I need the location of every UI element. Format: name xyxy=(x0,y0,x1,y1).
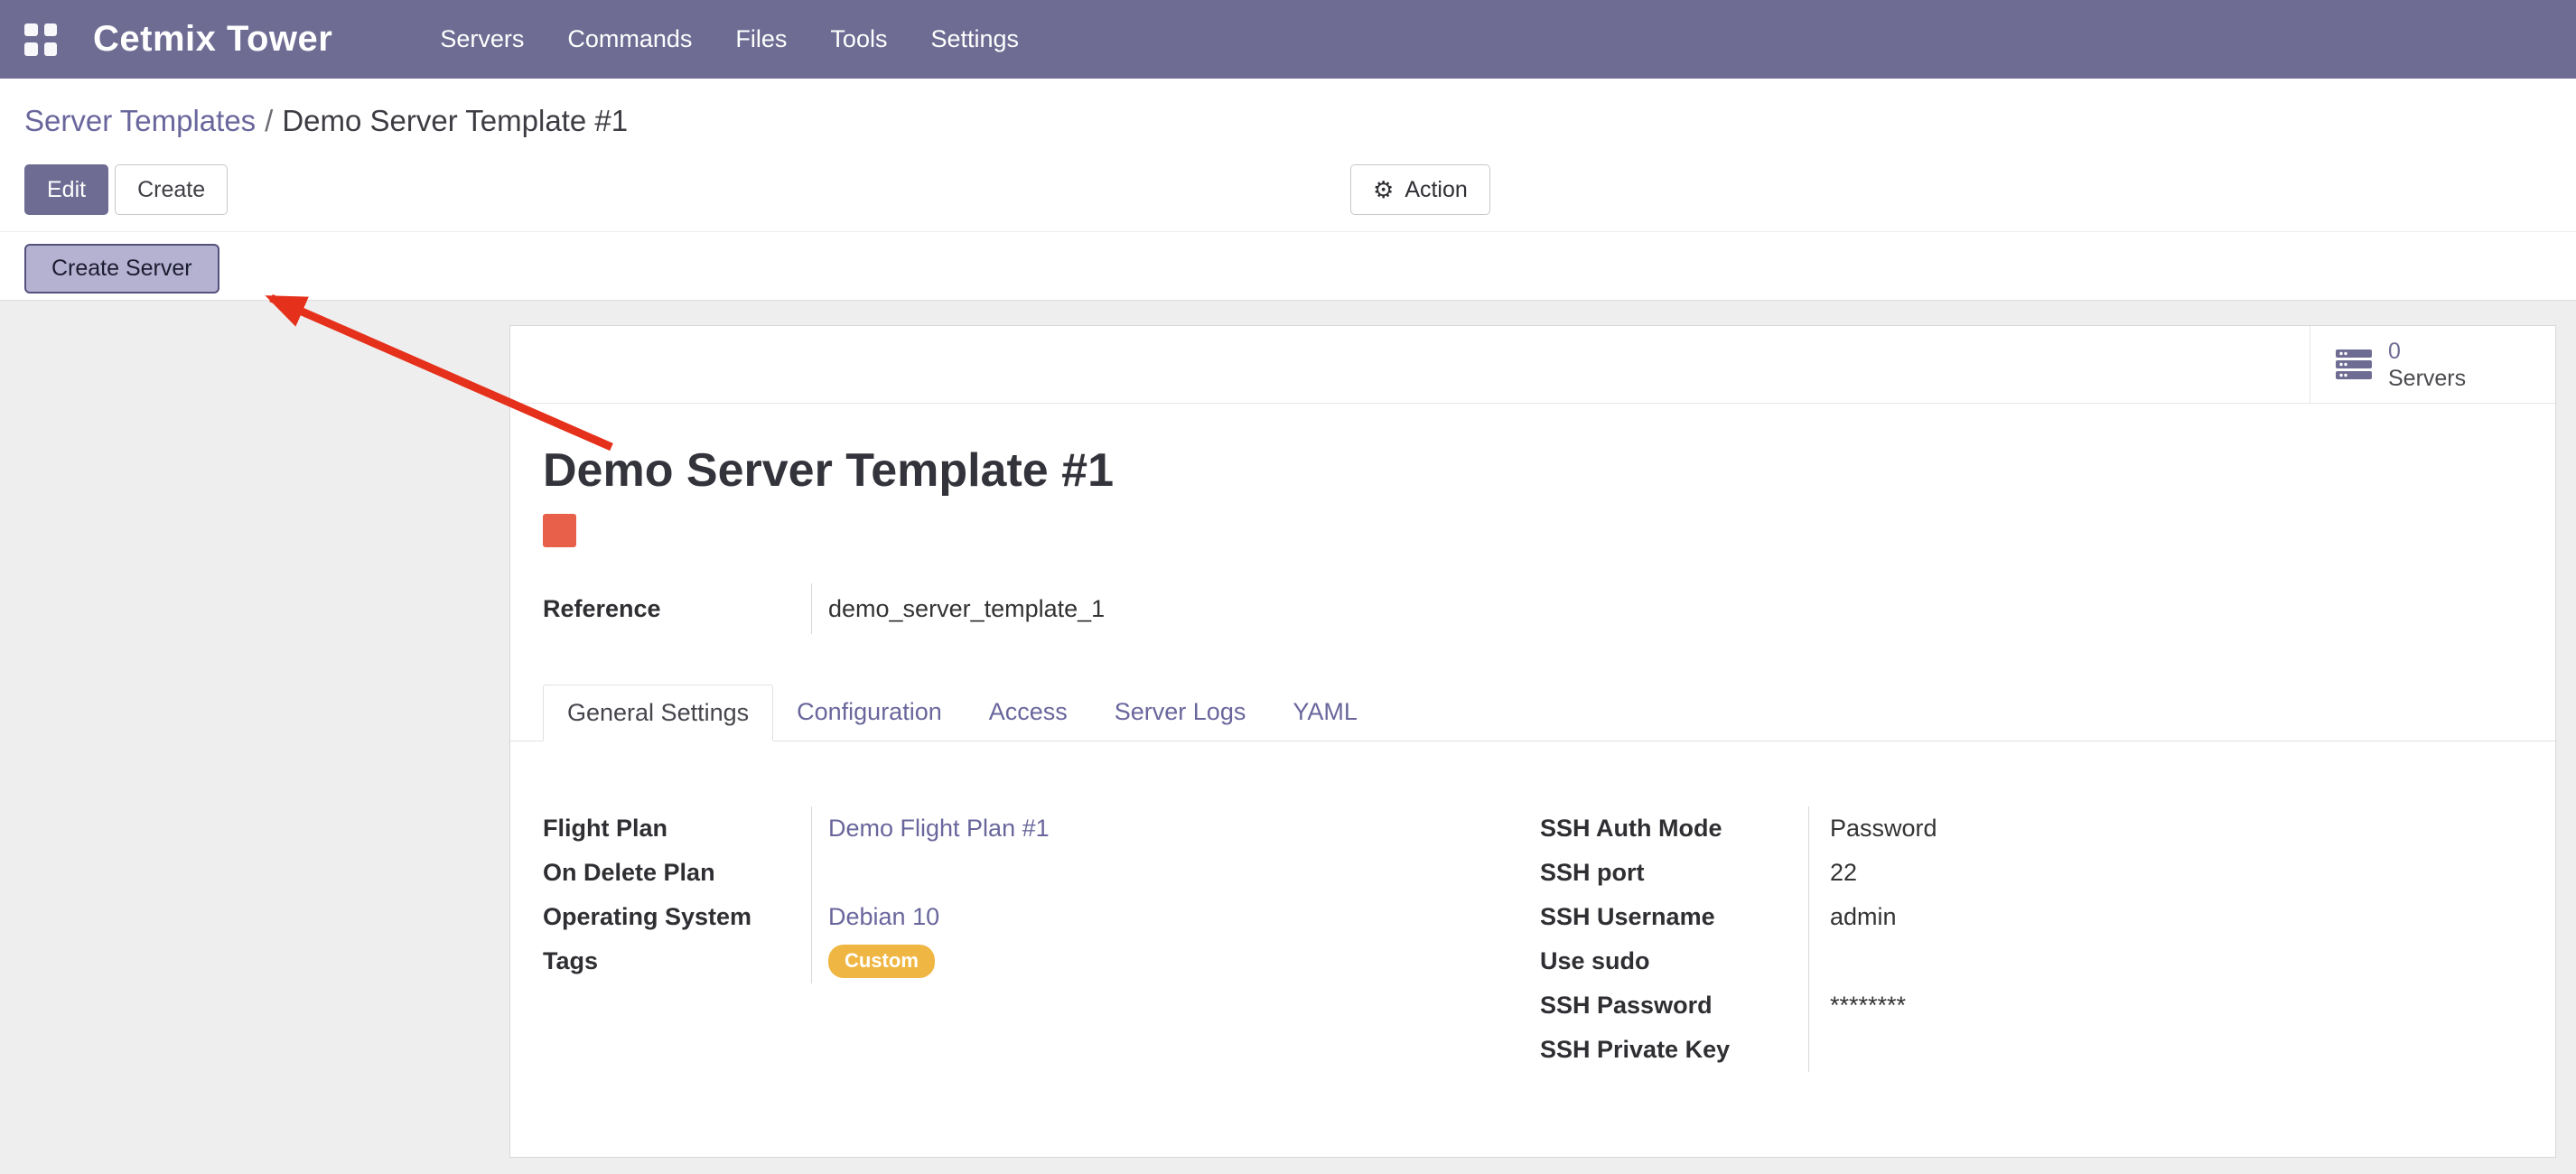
field-label: Tags xyxy=(543,939,811,983)
field-label: On Delete Plan xyxy=(543,851,811,895)
on-delete-plan-value xyxy=(828,851,1540,895)
servers-count-label: Servers xyxy=(2388,365,2466,392)
field-group-right: SSH Auth Mode SSH port SSH Username Use … xyxy=(1540,806,1937,1072)
servers-count: 0 xyxy=(2388,338,2466,365)
create-button[interactable]: Create xyxy=(115,164,228,215)
tab-access[interactable]: Access xyxy=(966,685,1091,741)
field-group-left: Flight Plan On Delete Plan Operating Sys… xyxy=(543,806,1540,983)
flight-plan-link[interactable]: Demo Flight Plan #1 xyxy=(828,815,1050,843)
reference-label: Reference xyxy=(543,583,811,634)
field-label: SSH port xyxy=(1540,851,1808,895)
ssh-private-key-value xyxy=(1830,1028,1937,1072)
nav-item-servers[interactable]: Servers xyxy=(418,4,546,75)
tab-server-logs[interactable]: Server Logs xyxy=(1091,685,1270,741)
tab-general-settings[interactable]: General Settings xyxy=(543,685,773,741)
general-settings-form: Flight Plan On Delete Plan Operating Sys… xyxy=(543,806,2555,1072)
app-brand[interactable]: Cetmix Tower xyxy=(93,19,332,60)
field-label: SSH Auth Mode xyxy=(1540,806,1808,851)
gear-icon: ⚙ xyxy=(1373,178,1394,201)
field-label: Flight Plan xyxy=(543,806,811,851)
main-menu: Servers Commands Files Tools Settings xyxy=(418,4,1041,75)
reference-value: demo_server_template_1 xyxy=(811,583,1105,634)
reference-row: Reference demo_server_template_1 xyxy=(543,583,2555,634)
form-sheet: 0 Servers Demo Server Template #1 Refere… xyxy=(509,325,2556,1158)
operating-system-link[interactable]: Debian 10 xyxy=(828,903,939,931)
ssh-auth-mode-value: Password xyxy=(1830,806,1937,851)
top-navbar: Cetmix Tower Servers Commands Files Tool… xyxy=(0,0,2576,79)
tab-configuration[interactable]: Configuration xyxy=(773,685,966,741)
nav-item-commands[interactable]: Commands xyxy=(546,4,714,75)
notebook-tabs: General Settings Configuration Access Se… xyxy=(510,685,2555,741)
nav-item-settings[interactable]: Settings xyxy=(909,4,1041,75)
smart-button-box: 0 Servers xyxy=(510,326,2555,404)
action-button-label: Action xyxy=(1405,177,1467,203)
ssh-port-value: 22 xyxy=(1830,851,1937,895)
apps-menu-icon[interactable] xyxy=(24,23,57,56)
create-server-row: Create Server xyxy=(0,231,2576,302)
field-label: Use sudo xyxy=(1540,939,1808,983)
nav-item-files[interactable]: Files xyxy=(714,4,808,75)
page-title: Demo Server Template #1 xyxy=(543,443,2555,498)
server-stack-icon xyxy=(2334,348,2374,382)
button-row: Edit Create ⚙ Action xyxy=(0,164,2576,215)
use-sudo-value xyxy=(1830,939,1937,983)
field-label: SSH Password xyxy=(1540,983,1808,1028)
breadcrumb-current: Demo Server Template #1 xyxy=(282,104,628,137)
color-swatch xyxy=(543,514,576,547)
action-button[interactable]: ⚙ Action xyxy=(1350,164,1490,215)
field-label: Operating System xyxy=(543,895,811,939)
ssh-password-value: ******** xyxy=(1830,983,1937,1028)
tag-badge: Custom xyxy=(828,945,935,977)
field-label: SSH Private Key xyxy=(1540,1028,1808,1072)
breadcrumb-parent-link[interactable]: Server Templates xyxy=(24,104,256,137)
breadcrumb-separator: / xyxy=(265,104,273,137)
control-panel: Server Templates / Demo Server Template #1… xyxy=(0,79,2576,301)
field-label: SSH Username xyxy=(1540,895,1808,939)
ssh-username-value: admin xyxy=(1830,895,1937,939)
servers-stat-button[interactable]: 0 Servers xyxy=(2310,326,2555,403)
nav-item-tools[interactable]: Tools xyxy=(808,4,909,75)
tab-yaml[interactable]: YAML xyxy=(1269,685,1381,741)
breadcrumb: Server Templates / Demo Server Template #1 xyxy=(0,79,2576,139)
edit-button[interactable]: Edit xyxy=(24,164,108,215)
content-area: 0 Servers Demo Server Template #1 Refere… xyxy=(0,301,2576,1174)
create-server-button[interactable]: Create Server xyxy=(24,244,219,294)
